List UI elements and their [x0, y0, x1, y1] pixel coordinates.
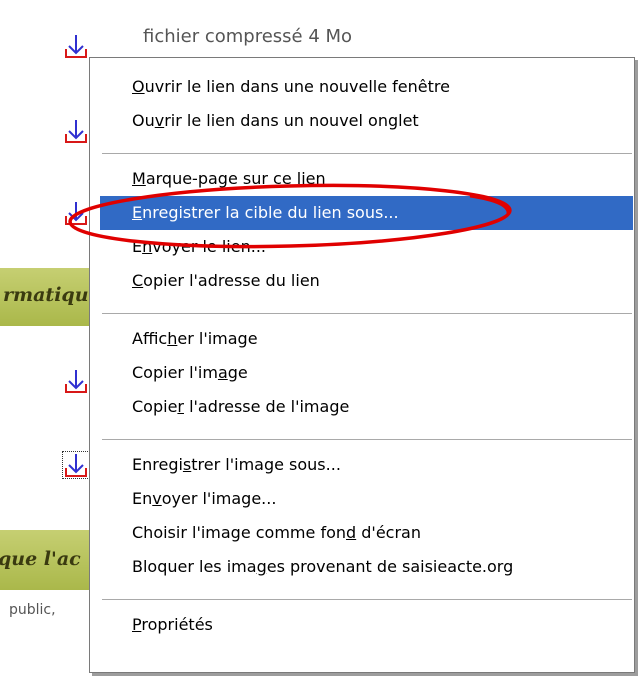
menu-item-label: ge	[227, 363, 248, 382]
menu-item-save-link-as[interactable]: Enregistrer la cible du lien sous...	[100, 196, 633, 230]
menu-item-copy-image-address[interactable]: Copier l'adresse de l'image	[100, 390, 633, 424]
menu-item-copy-link-address[interactable]: Copier l'adresse du lien	[100, 264, 633, 298]
download-arrow-icon[interactable]	[63, 368, 89, 394]
menu-item-label: d'écran	[356, 523, 421, 542]
menu-item-accesskey: O	[132, 77, 145, 96]
screenshot-stage: fichier compressé 4 Mo rmatiqu que l'ac …	[0, 0, 638, 677]
menu-item-accesskey: s	[182, 455, 192, 474]
menu-item-label: es provenant de saisieacte.org	[266, 557, 514, 576]
download-arrow-icon[interactable]	[63, 200, 89, 226]
menu-separator	[102, 313, 632, 315]
download-link-text[interactable]: fichier compressé 4 Mo	[143, 26, 352, 47]
footer-text: public,	[9, 602, 56, 618]
menu-item-label: ropriétés	[141, 615, 213, 634]
section-banner: que l'ac	[0, 530, 100, 590]
menu-item-open-in-new-tab[interactable]: Ouvrir le lien dans un nouvel onglet	[100, 104, 633, 138]
section-banner-text: rmatiqu	[3, 284, 89, 306]
menu-item-view-image[interactable]: Afficher l'image	[100, 322, 633, 356]
menu-item-send-image[interactable]: Envoyer l'image...	[100, 482, 633, 516]
menu-item-send-link[interactable]: Envoyer le lien...	[100, 230, 633, 264]
menu-item-label: arque-page sur ce lien	[145, 169, 326, 188]
menu-separator	[102, 439, 632, 441]
menu-item-label: E	[132, 237, 143, 256]
menu-item-block-images[interactable]: Bloquer les images provenant de saisieac…	[100, 550, 633, 584]
menu-item-accesskey: n	[142, 237, 153, 256]
download-arrow-icon[interactable]	[63, 118, 89, 144]
section-banner-text: que l'ac	[0, 548, 81, 570]
menu-item-accesskey: r	[177, 397, 184, 416]
menu-item-accesskey: C	[132, 271, 144, 290]
menu-item-properties[interactable]: Propriétés	[100, 608, 633, 642]
menu-item-label: nregistrer la cible du lien sous...	[142, 203, 399, 222]
menu-item-accesskey: g	[256, 557, 267, 576]
menu-item-label: opier l'adresse du lien	[143, 271, 320, 290]
menu-item-label: Enregi	[132, 455, 183, 474]
context-menu: Ouvrir le lien dans une nouvelle fenêtre…	[89, 57, 635, 673]
menu-item-label: Choisir l'image comme fon	[132, 523, 347, 542]
menu-item-label: uvrir le lien dans une nouvelle fenêtre	[144, 77, 450, 96]
menu-item-accesskey: h	[167, 329, 178, 348]
menu-item-label: Copier l'im	[132, 363, 218, 382]
menu-item-label: er l'image	[177, 329, 258, 348]
menu-item-label: rir le lien dans un nouvel onglet	[164, 111, 419, 130]
menu-item-accesskey: d	[346, 523, 357, 542]
menu-separator	[102, 599, 632, 601]
download-arrow-icon[interactable]	[63, 33, 89, 59]
menu-item-accesskey: v	[152, 489, 162, 508]
menu-item-label: En	[132, 489, 153, 508]
download-arrow-icon[interactable]	[62, 451, 90, 479]
menu-item-open-in-new-window[interactable]: Ouvrir le lien dans une nouvelle fenêtre	[100, 70, 633, 104]
menu-item-accesskey: E	[132, 203, 143, 222]
menu-item-accesskey: v	[154, 111, 165, 130]
menu-item-save-image-as[interactable]: Enregistrer l'image sous...	[100, 448, 633, 482]
menu-item-label: l'adresse de l'image	[183, 397, 350, 416]
menu-item-set-as-wallpaper[interactable]: Choisir l'image comme fond d'écran	[100, 516, 633, 550]
menu-separator	[102, 153, 632, 155]
menu-item-label: Ou	[132, 111, 155, 130]
menu-item-label: oyer l'image...	[161, 489, 277, 508]
menu-item-label: voyer le lien...	[152, 237, 266, 256]
menu-item-label: Copie	[132, 397, 178, 416]
menu-item-label: trer l'image sous...	[191, 455, 341, 474]
menu-item-bookmark-link[interactable]: Marque-page sur ce lien	[100, 162, 633, 196]
menu-item-accesskey: M	[132, 169, 146, 188]
menu-item-accesskey: P	[132, 615, 142, 634]
menu-item-label: Bloquer les ima	[132, 557, 257, 576]
menu-item-copy-image[interactable]: Copier l'image	[100, 356, 633, 390]
section-banner: rmatiqu	[0, 268, 100, 326]
menu-item-label: Affic	[132, 329, 168, 348]
menu-item-accesskey: a	[217, 363, 228, 382]
